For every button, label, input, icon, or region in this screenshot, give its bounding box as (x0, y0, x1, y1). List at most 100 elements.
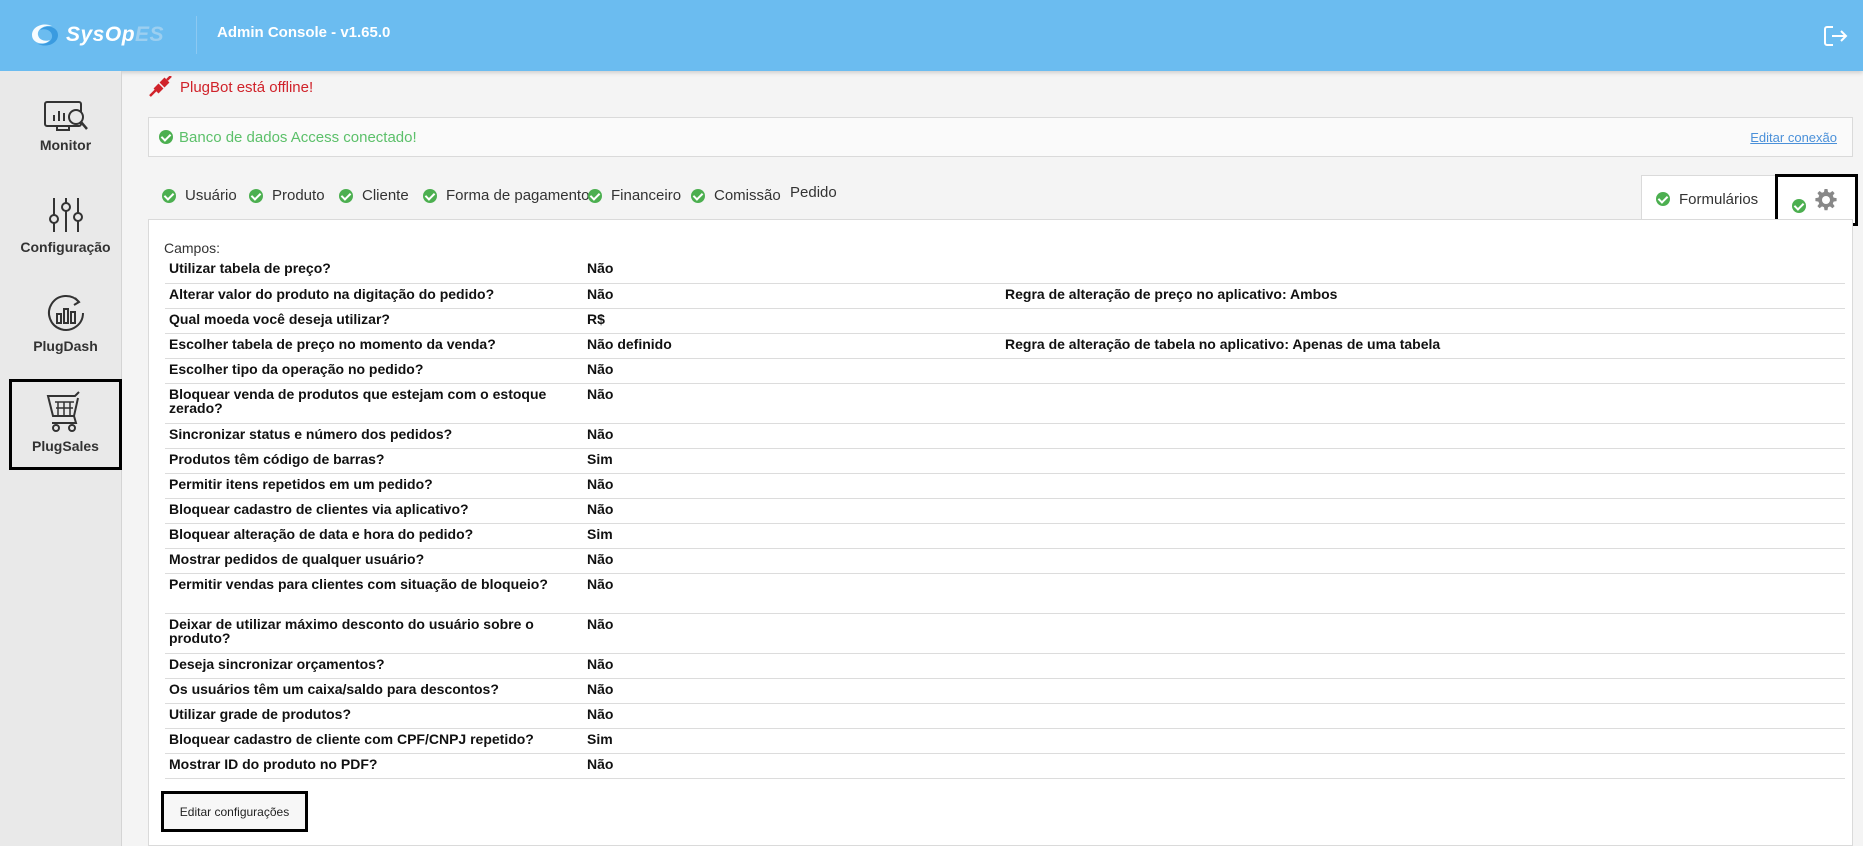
top-bar: SysOpES Admin Console - v1.65.0 (0, 0, 1863, 71)
check-circle-icon (249, 188, 263, 203)
field-question: Utilizar tabela de preço? (165, 258, 583, 284)
campos-label: Campos: (164, 240, 221, 256)
unplugged-icon (149, 76, 172, 97)
field-question: Deseja sincronizar orçamentos? (165, 653, 583, 679)
logo-swirl-icon (28, 20, 62, 50)
field-rule (1001, 703, 1845, 729)
field-question: Permitir itens repetidos em um pedido? (165, 473, 583, 499)
sidebar-item-label: PlugDash (33, 338, 98, 354)
table-row: Escolher tabela de preço no momento da v… (165, 333, 1845, 359)
table-row: Bloquear venda de produtos que estejam c… (165, 383, 1845, 424)
table-row: Mostrar pedidos de qualquer usuário? Não (165, 548, 1845, 574)
table-row: Permitir vendas para clientes com situaç… (165, 573, 1845, 614)
field-question: Bloquear cadastro de clientes via aplica… (165, 498, 583, 524)
logout-icon[interactable] (1823, 24, 1849, 48)
field-value: Não (583, 573, 1001, 614)
database-status-bar: Banco de dados Access conectado! Editar … (148, 117, 1853, 157)
table-row: Escolher tipo da operação no pedido? Não (165, 358, 1845, 384)
app-title: Admin Console - v1.65.0 (217, 24, 391, 41)
db-connected-text: Banco de dados Access conectado! (179, 128, 417, 146)
tab-cliente[interactable]: Cliente (339, 173, 409, 218)
field-value: Não definido (583, 333, 1001, 359)
tab-label: Forma de pagamento (446, 187, 590, 204)
table-row: Deseja sincronizar orçamentos? Não (165, 653, 1845, 679)
field-question: Permitir vendas para clientes com situaç… (165, 573, 583, 614)
field-value: Não (583, 653, 1001, 679)
sidebar-item-plugsales[interactable]: PlugSales (9, 379, 122, 470)
field-value: Não (583, 613, 1001, 654)
field-rule (1001, 358, 1845, 384)
tab-label: Pedido (790, 184, 837, 201)
table-row: Mostrar ID do produto no PDF? Não (165, 753, 1845, 779)
field-rule (1001, 753, 1845, 779)
header-divider (196, 16, 197, 54)
pedido-settings-panel: Campos: Utilizar tabela de preço? Não Alte… (148, 219, 1853, 846)
gear-icon (1815, 189, 1837, 211)
field-value: Não (583, 283, 1001, 309)
field-rule (1001, 448, 1845, 474)
check-circle-icon (1792, 199, 1806, 213)
field-rule (1001, 728, 1845, 754)
sidebar: Monitor Configuração PlugDash PlugSales (0, 71, 122, 846)
field-value: Sim (583, 523, 1001, 549)
shopping-cart-icon (46, 391, 80, 432)
tab-financeiro[interactable]: Financeiro (588, 173, 681, 218)
edit-connection-link[interactable]: Editar conexão (1750, 130, 1837, 145)
check-circle-icon (159, 130, 173, 144)
field-value: Não (583, 383, 1001, 424)
tab-pedido[interactable]: Pedido (790, 170, 837, 215)
check-circle-icon (1656, 192, 1670, 206)
field-question: Deixar de utilizar máximo desconto do us… (165, 613, 583, 654)
field-value: Não (583, 358, 1001, 384)
table-row: Utilizar tabela de preço? Não (165, 258, 1845, 284)
field-rule (1001, 423, 1845, 449)
tab-forma-de-pagamento[interactable]: Forma de pagamento (423, 173, 589, 218)
field-rule (1001, 548, 1845, 574)
field-question: Bloquear alteração de data e hora do ped… (165, 523, 583, 549)
sidebar-item-label: Monitor (39, 137, 92, 153)
field-question: Mostrar pedidos de qualquer usuário? (165, 548, 583, 574)
sidebar-item-label: Configuração (20, 239, 111, 255)
field-question: Escolher tipo da operação no pedido? (165, 358, 583, 384)
field-rule: Regra de alteração de preço no aplicativ… (1001, 283, 1845, 309)
tab-label: Usuário (185, 187, 237, 204)
check-circle-icon (162, 188, 176, 203)
table-row: Utilizar grade de produtos? Não (165, 703, 1845, 729)
check-circle-icon (339, 188, 353, 203)
table-row: Bloquear cadastro de cliente com CPF/CNP… (165, 728, 1845, 754)
field-rule (1001, 498, 1845, 524)
table-row: Produtos têm código de barras? Sim (165, 448, 1845, 474)
sidebar-item-monitor[interactable]: Monitor (10, 99, 121, 189)
field-rule (1001, 523, 1845, 549)
field-value: Não (583, 498, 1001, 524)
check-circle-icon (588, 188, 602, 203)
tab-label: Comissão (714, 187, 781, 204)
sidebar-item-plugdash[interactable]: PlugDash (10, 292, 121, 382)
tab-label: Cliente (362, 187, 409, 204)
field-value: Não (583, 703, 1001, 729)
field-question: Produtos têm código de barras? (165, 448, 583, 474)
tab-produto[interactable]: Produto (249, 173, 325, 218)
field-value: Não (583, 753, 1001, 779)
field-question: Utilizar grade de produtos? (165, 703, 583, 729)
tab-comissao[interactable]: Comissão (691, 173, 781, 218)
field-question: Escolher tabela de preço no momento da v… (165, 333, 583, 359)
main-content: PlugBot está offline! Banco de dados Acc… (123, 71, 1863, 846)
table-row: Os usuários têm um caixa/saldo para desc… (165, 678, 1845, 704)
field-rule (1001, 308, 1845, 334)
plugbot-status: PlugBot está offline! (148, 76, 313, 98)
table-row: Deixar de utilizar máximo desconto do us… (165, 613, 1845, 654)
tab-label: Produto (272, 187, 325, 204)
field-rule (1001, 383, 1845, 424)
edit-settings-button[interactable]: Editar configurações (161, 791, 308, 832)
field-question: Alterar valor do produto na digitação do… (165, 283, 583, 309)
tab-usuario[interactable]: Usuário (162, 173, 237, 218)
field-value: Sim (583, 448, 1001, 474)
field-rule (1001, 573, 1845, 614)
field-value: R$ (583, 308, 1001, 334)
tab-bar: Usuário Produto Cliente Forma de pagamen… (148, 170, 1858, 226)
sidebar-item-configuracao[interactable]: Configuração (10, 195, 121, 285)
table-row: Alterar valor do produto na digitação do… (165, 283, 1845, 309)
monitor-chart-icon (43, 101, 88, 131)
field-rule: Regra de alteração de tabela no aplicati… (1001, 333, 1845, 359)
